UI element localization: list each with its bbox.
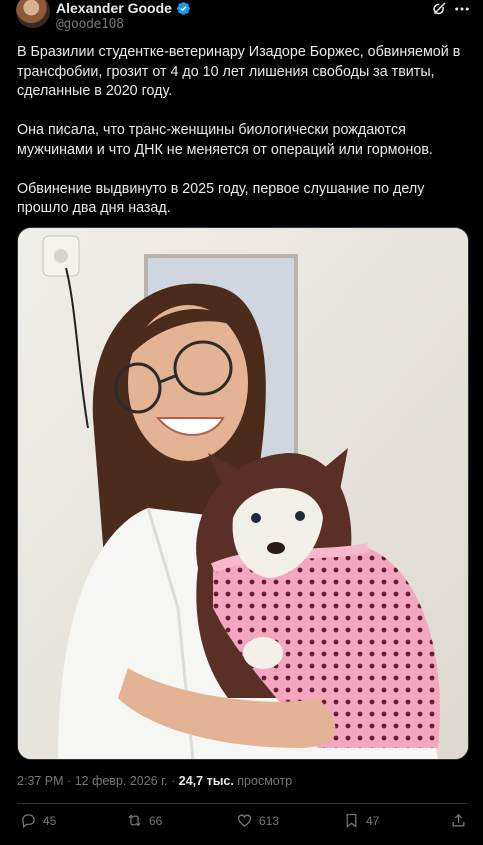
author-avatar[interactable] [16,0,50,28]
repost-button[interactable]: 66 [126,812,162,829]
like-count: 613 [259,813,280,828]
meta-separator: · [171,774,179,788]
tweet-text: В Бразилии студентке-ветеринару Изадоре … [17,43,467,238]
bookmark-button[interactable]: 47 [343,812,379,829]
repost-count: 66 [149,813,163,828]
reply-icon [22,814,35,829]
tweet-date[interactable]: 12 февр. 2026 г. [75,774,168,788]
like-button[interactable]: 613 [236,812,279,829]
reply-count: 45 [43,813,57,828]
divider [17,803,467,804]
photo-illustration [18,228,468,759]
tweet-paragraph: В Бразилии студентке-ветеринару Изадоре … [17,44,461,99]
author-name[interactable]: Alexander Goode [56,0,172,16]
verified-badge-icon [177,1,190,15]
bookmark-icon [346,813,357,828]
tweet-photo[interactable] [17,227,469,760]
author-handle[interactable]: @goode108 [56,17,124,32]
meta-separator: · [67,774,75,788]
bookmark-count: 47 [366,813,380,828]
tweet-header: Alexander Goode @goode108 [0,0,483,36]
tweet-paragraph: Она писала, что транс-женщины биологичес… [17,122,433,158]
repost-icon [128,814,141,827]
tweet-time[interactable]: 2:37 PM [17,774,64,788]
tweet-meta: 2:37 PM · 12 февр. 2026 г. · 24,7 тыс. п… [17,774,292,788]
tweet-paragraph: Обвинение выдвинуто в 2025 году, первое … [17,180,425,217]
reply-button[interactable]: 45 [20,812,56,829]
heart-icon [237,814,252,827]
grok-icon[interactable] [430,0,448,18]
share-button[interactable] [450,812,467,829]
share-icon [452,813,465,827]
views-label: просмотр [237,774,293,788]
action-bar: 45 66 613 47 [0,812,483,836]
author-name-row[interactable]: Alexander Goode [56,0,191,16]
views-count: 24,7 тыс. [178,774,234,788]
more-options-icon[interactable] [453,0,471,18]
